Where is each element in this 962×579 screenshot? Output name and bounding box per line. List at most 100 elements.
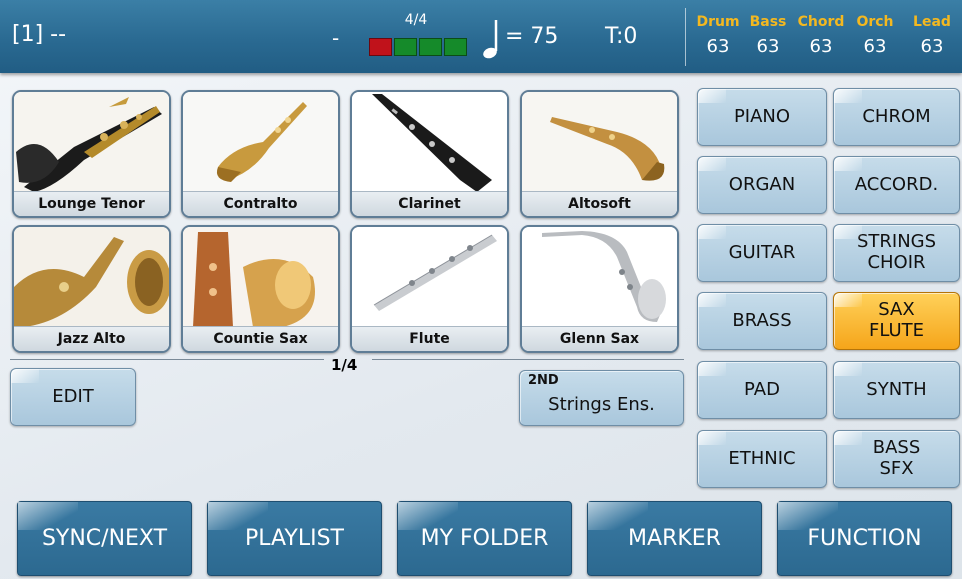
sound-label: Lounge Tenor <box>14 191 169 216</box>
family-label: ORGAN <box>728 173 796 195</box>
sound-tile-contralto[interactable]: Contralto <box>181 90 340 218</box>
button-sheen <box>834 225 862 239</box>
quarter-note-icon <box>483 20 498 59</box>
tempo-value[interactable]: = 75 <box>505 24 558 49</box>
mixer-drum[interactable]: Drum 63 <box>692 14 744 57</box>
alto-sax-icon <box>522 227 677 331</box>
second-sound-name: Strings Ens. <box>548 393 655 415</box>
edit-button-label: EDIT <box>52 385 94 407</box>
button-sheen <box>588 502 648 530</box>
alto-sax-icon <box>183 92 338 196</box>
family-label: PAD <box>744 378 780 400</box>
button-sheen <box>11 369 39 383</box>
family-brass-button[interactable]: BRASS <box>697 292 827 350</box>
button-sheen <box>698 362 726 376</box>
second-sound-tag: 2ND <box>528 373 559 388</box>
marker-button[interactable]: MARKER <box>587 501 762 576</box>
transpose-value[interactable]: T:0 <box>605 24 637 49</box>
family-organ-button[interactable]: ORGAN <box>697 156 827 214</box>
sound-tile-glenn-sax[interactable]: Glenn Sax <box>520 225 679 353</box>
alto-sax-icon <box>522 92 677 196</box>
beat-led <box>394 38 417 56</box>
song-indicator[interactable]: [1] -- <box>12 22 66 47</box>
family-label: ACCORD. <box>854 173 939 195</box>
family-strings-choir-button[interactable]: STRINGS CHOIR <box>833 224 960 282</box>
button-sheen <box>698 225 726 239</box>
mixer-lead[interactable]: Lead 63 <box>910 14 954 57</box>
family-label: BRASS <box>732 309 792 331</box>
sync-next-button[interactable]: SYNC/NEXT <box>17 501 192 576</box>
mixer-value: 63 <box>706 36 730 57</box>
divider <box>10 359 324 360</box>
family-ethnic-button[interactable]: ETHNIC <box>697 430 827 488</box>
beat-led <box>419 38 442 56</box>
button-sheen <box>698 157 726 171</box>
alto-sax-icon <box>14 227 169 331</box>
family-piano-button[interactable]: PIANO <box>697 88 827 146</box>
sound-label: Altosoft <box>522 191 677 216</box>
beat-led <box>369 38 392 56</box>
sound-tile-flute[interactable]: Flute <box>350 225 509 353</box>
sound-label: Jazz Alto <box>14 326 169 351</box>
button-sheen <box>834 89 862 103</box>
beat-led <box>444 38 467 56</box>
tenor-sax-icon <box>183 227 338 331</box>
clarinet-icon <box>352 92 507 196</box>
button-sheen <box>698 293 726 307</box>
sound-label: Countie Sax <box>183 326 338 351</box>
function-button[interactable]: FUNCTION <box>777 501 952 576</box>
button-sheen <box>698 431 726 445</box>
family-label: CHOIR <box>867 252 926 273</box>
my-folder-button[interactable]: MY FOLDER <box>397 501 572 576</box>
family-label: SYNTH <box>866 378 927 400</box>
playlist-button[interactable]: PLAYLIST <box>207 501 382 576</box>
edit-button[interactable]: EDIT <box>10 368 136 426</box>
mixer-label: Drum <box>696 14 740 30</box>
divider <box>372 359 684 360</box>
divider <box>685 8 686 66</box>
mixer-label: Lead <box>913 14 951 30</box>
family-label: SAX <box>878 299 915 321</box>
mixer-bass[interactable]: Bass 63 <box>746 14 790 57</box>
family-guitar-button[interactable]: GUITAR <box>697 224 827 282</box>
mixer-value: 63 <box>863 36 887 57</box>
family-sax-flute-button[interactable]: SAX FLUTE <box>833 292 960 350</box>
sound-label: Glenn Sax <box>522 326 677 351</box>
family-label: CHROM <box>862 105 931 127</box>
second-sound-button[interactable]: 2ND Strings Ens. <box>519 370 684 426</box>
time-signature: 4/4 <box>404 12 428 28</box>
family-synth-button[interactable]: SYNTH <box>833 361 960 419</box>
button-sheen <box>698 89 726 103</box>
button-sheen <box>208 502 268 530</box>
page-indicator: 1/4 <box>331 356 358 374</box>
mixer-value: 63 <box>809 36 833 57</box>
family-label: STRINGS <box>856 231 937 253</box>
tenor-sax-icon <box>14 92 169 196</box>
family-label: PIANO <box>733 105 791 127</box>
sound-tile-jazz-alto[interactable]: Jazz Alto <box>12 225 171 353</box>
sound-label: Clarinet <box>352 191 507 216</box>
family-label: BASS <box>872 437 921 459</box>
mixer-label: Orch <box>856 14 894 30</box>
sound-tile-countie-sax[interactable]: Countie Sax <box>181 225 340 353</box>
family-label: FLUTE <box>868 320 925 341</box>
family-pad-button[interactable]: PAD <box>697 361 827 419</box>
mixer-label: Chord <box>797 14 845 30</box>
button-sheen <box>834 293 862 307</box>
sound-tile-lounge-tenor[interactable]: Lounge Tenor <box>12 90 171 218</box>
button-sheen <box>398 502 458 530</box>
button-sheen <box>834 157 862 171</box>
status-bar: [1] -- - 4/4 = 75 T:0 Drum 63 Bass 63 Ch… <box>0 0 962 73</box>
button-sheen <box>834 362 862 376</box>
sound-tile-altosoft[interactable]: Altosoft <box>520 90 679 218</box>
mixer-label: Bass <box>749 14 787 30</box>
mixer-orch[interactable]: Orch 63 <box>852 14 898 57</box>
family-label: GUITAR <box>728 241 796 263</box>
mixer-chord[interactable]: Chord 63 <box>794 14 848 57</box>
sound-label: Flute <box>352 326 507 351</box>
family-bass-sfx-button[interactable]: BASS SFX <box>833 430 960 488</box>
family-chrom-button[interactable]: CHROM <box>833 88 960 146</box>
family-accordion-button[interactable]: ACCORD. <box>833 156 960 214</box>
sound-tile-clarinet[interactable]: Clarinet <box>350 90 509 218</box>
family-label: ETHNIC <box>728 447 796 469</box>
